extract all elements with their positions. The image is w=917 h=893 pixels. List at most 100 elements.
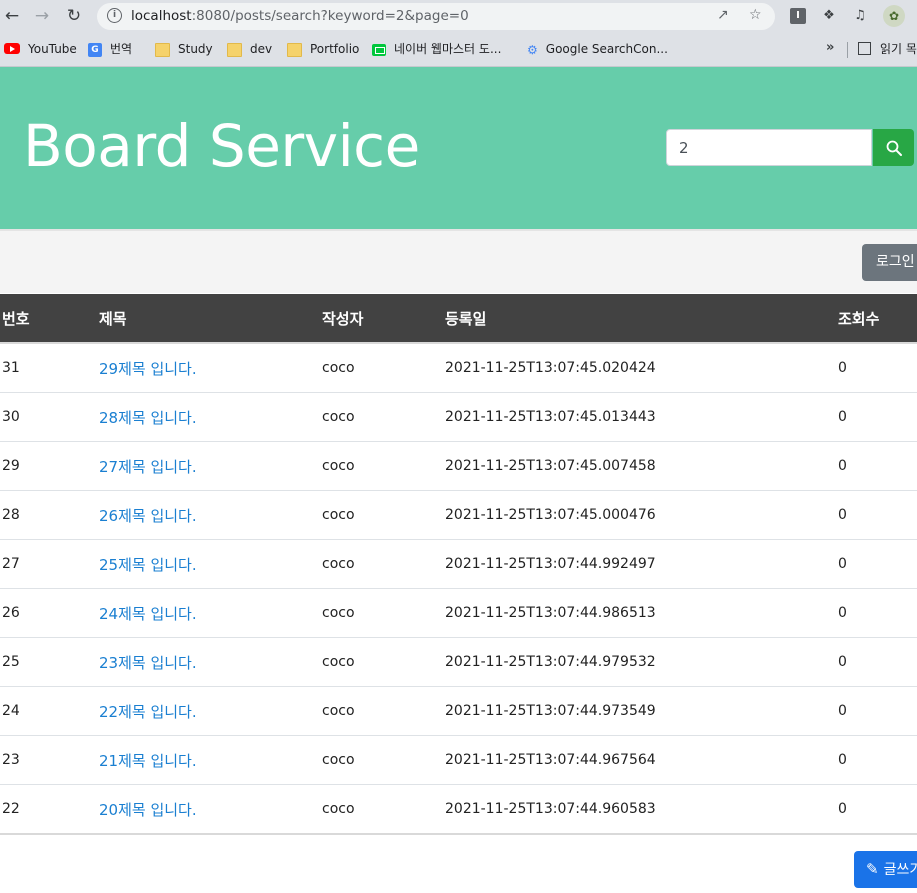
post-author: coco (322, 539, 445, 589)
bookmark-naver-webmaster[interactable]: 네이버 웹마스터 도... (372, 40, 501, 58)
column-header-no: 번호 (0, 294, 99, 344)
post-title-link[interactable]: 27제목 입니다. (99, 458, 197, 476)
post-title-cell: 26제목 입니다. (99, 490, 322, 540)
bookmark-youtube[interactable]: YouTube (4, 40, 77, 58)
post-title-link[interactable]: 26제목 입니다. (99, 507, 197, 525)
table-row: 26 24제목 입니다. coco 2021-11-25T13:07:44.98651… (0, 588, 917, 638)
write-post-button[interactable]: ✎ 글쓰기 (854, 851, 917, 888)
address-bar[interactable]: i localhost:8080/posts/search?keyword=2&… (97, 3, 775, 30)
bookmark-label: YouTube (28, 42, 77, 56)
post-views: 0 (838, 686, 917, 736)
bookmark-google-search-console[interactable]: ⚙ Google SearchCon... (527, 40, 668, 58)
post-author: coco (322, 735, 445, 785)
folder-icon (287, 42, 302, 57)
post-date: 2021-11-25T13:07:45.020424 (445, 343, 838, 393)
extension-i-icon[interactable]: I (790, 8, 806, 24)
address-url[interactable]: localhost:8080/posts/search?keyword=2&pa… (131, 8, 469, 24)
reload-icon[interactable]: ↻ (63, 5, 85, 27)
post-views: 0 (838, 539, 917, 589)
table-row: 27 25제목 입니다. coco 2021-11-25T13:07:44.99249… (0, 539, 917, 589)
post-number: 25 (0, 637, 99, 687)
table-row: 28 26제목 입니다. coco 2021-11-25T13:07:45.00047… (0, 490, 917, 540)
post-number: 27 (0, 539, 99, 589)
pencil-icon: ✎ (866, 860, 879, 878)
media-control-icon[interactable]: ♫ (851, 7, 869, 25)
table-row: 23 21제목 입니다. coco 2021-11-25T13:07:44.96756… (0, 735, 917, 785)
bookmark-label: 번역 (110, 42, 133, 56)
post-author: coco (322, 686, 445, 736)
login-button[interactable]: 로그인 (862, 244, 917, 281)
post-date: 2021-11-25T13:07:44.979532 (445, 637, 838, 687)
column-header-date: 등록일 (445, 294, 838, 344)
post-views: 0 (838, 343, 917, 393)
post-date: 2021-11-25T13:07:44.992497 (445, 539, 838, 589)
post-title-link[interactable]: 23제목 입니다. (99, 654, 197, 672)
google-translate-icon: G (88, 42, 102, 57)
search-input[interactable] (666, 129, 872, 166)
post-title-cell: 25제목 입니다. (99, 539, 322, 589)
youtube-icon (4, 43, 20, 54)
extensions-puzzle-icon[interactable]: ❖ (820, 7, 838, 25)
page-title: Board Service (23, 112, 420, 180)
url-host: localhost (131, 8, 192, 24)
post-title-link[interactable]: 22제목 입니다. (99, 703, 197, 721)
bookmark-dev[interactable]: dev (227, 40, 272, 58)
site-info-icon[interactable]: i (107, 8, 122, 23)
post-author: coco (322, 392, 445, 442)
url-path: :8080/posts/search?keyword=2&page=0 (191, 8, 469, 24)
post-date: 2021-11-25T13:07:44.967564 (445, 735, 838, 785)
bookmark-portfolio[interactable]: Portfolio (287, 40, 359, 58)
post-date: 2021-11-25T13:07:45.000476 (445, 490, 838, 540)
post-title-link[interactable]: 24제목 입니다. (99, 605, 197, 623)
post-number: 30 (0, 392, 99, 442)
table-row: 25 23제목 입니다. coco 2021-11-25T13:07:44.97953… (0, 637, 917, 687)
post-views: 0 (838, 588, 917, 638)
hero-header: Board Service (0, 67, 917, 229)
bookmark-label: 네이버 웹마스터 도... (394, 42, 502, 56)
bookmark-star-icon[interactable]: ☆ (749, 7, 762, 23)
browser-toolbar: ← → ↻ i localhost:8080/posts/search?keyw… (0, 0, 917, 33)
google-search-console-icon: ⚙ (527, 42, 538, 57)
post-title-link[interactable]: 21제목 입니다. (99, 752, 197, 770)
post-title-cell: 23제목 입니다. (99, 637, 322, 687)
profile-avatar-icon[interactable]: ✿ (883, 5, 905, 27)
browser-chrome: ← → ↻ i localhost:8080/posts/search?keyw… (0, 0, 917, 67)
share-icon[interactable]: ↗ (717, 7, 729, 23)
forward-arrow-icon[interactable]: → (31, 5, 53, 27)
post-views: 0 (838, 784, 917, 835)
folder-icon (227, 42, 242, 57)
naver-webmaster-icon (372, 43, 386, 56)
back-arrow-icon[interactable]: ← (1, 5, 23, 27)
reading-list-label: 읽기 목 (880, 42, 917, 56)
post-title-link[interactable]: 20제목 입니다. (99, 801, 197, 819)
bookmark-translate[interactable]: G 번역 (88, 40, 132, 58)
post-views: 0 (838, 392, 917, 442)
post-author: coco (322, 637, 445, 687)
write-button-label: 글쓰기 (883, 862, 917, 878)
column-header-author: 작성자 (322, 294, 445, 344)
post-author: coco (322, 441, 445, 491)
post-number: 26 (0, 588, 99, 638)
post-title-link[interactable]: 28제목 입니다. (99, 409, 197, 427)
post-author: coco (322, 343, 445, 393)
search-button[interactable] (873, 129, 914, 166)
reading-list[interactable]: 읽기 목 (858, 40, 917, 57)
table-body: 31 29제목 입니다. coco 2021-11-25T13:07:45.02042… (0, 343, 917, 835)
post-views: 0 (838, 637, 917, 687)
column-header-title: 제목 (99, 294, 322, 344)
post-number: 24 (0, 686, 99, 736)
more-bookmarks-chevron-icon[interactable]: » (826, 40, 834, 55)
post-date: 2021-11-25T13:07:44.960583 (445, 784, 838, 835)
bookmarks-bar: YouTube G 번역 Study dev Portfolio 네이버 웹마스터… (0, 33, 917, 66)
post-title-cell: 22제목 입니다. (99, 686, 322, 736)
table-row: 22 20제목 입니다. coco 2021-11-25T13:07:44.96058… (0, 784, 917, 835)
post-title-link[interactable]: 29제목 입니다. (99, 360, 197, 378)
post-author: coco (322, 490, 445, 540)
post-author: coco (322, 588, 445, 638)
post-date: 2021-11-25T13:07:44.986513 (445, 588, 838, 638)
bookmark-study[interactable]: Study (155, 40, 213, 58)
table-header-row: 번호 제목 작성자 등록일 조회수 (0, 294, 917, 344)
post-views: 0 (838, 735, 917, 785)
folder-icon (155, 42, 170, 57)
post-title-link[interactable]: 25제목 입니다. (99, 556, 197, 574)
